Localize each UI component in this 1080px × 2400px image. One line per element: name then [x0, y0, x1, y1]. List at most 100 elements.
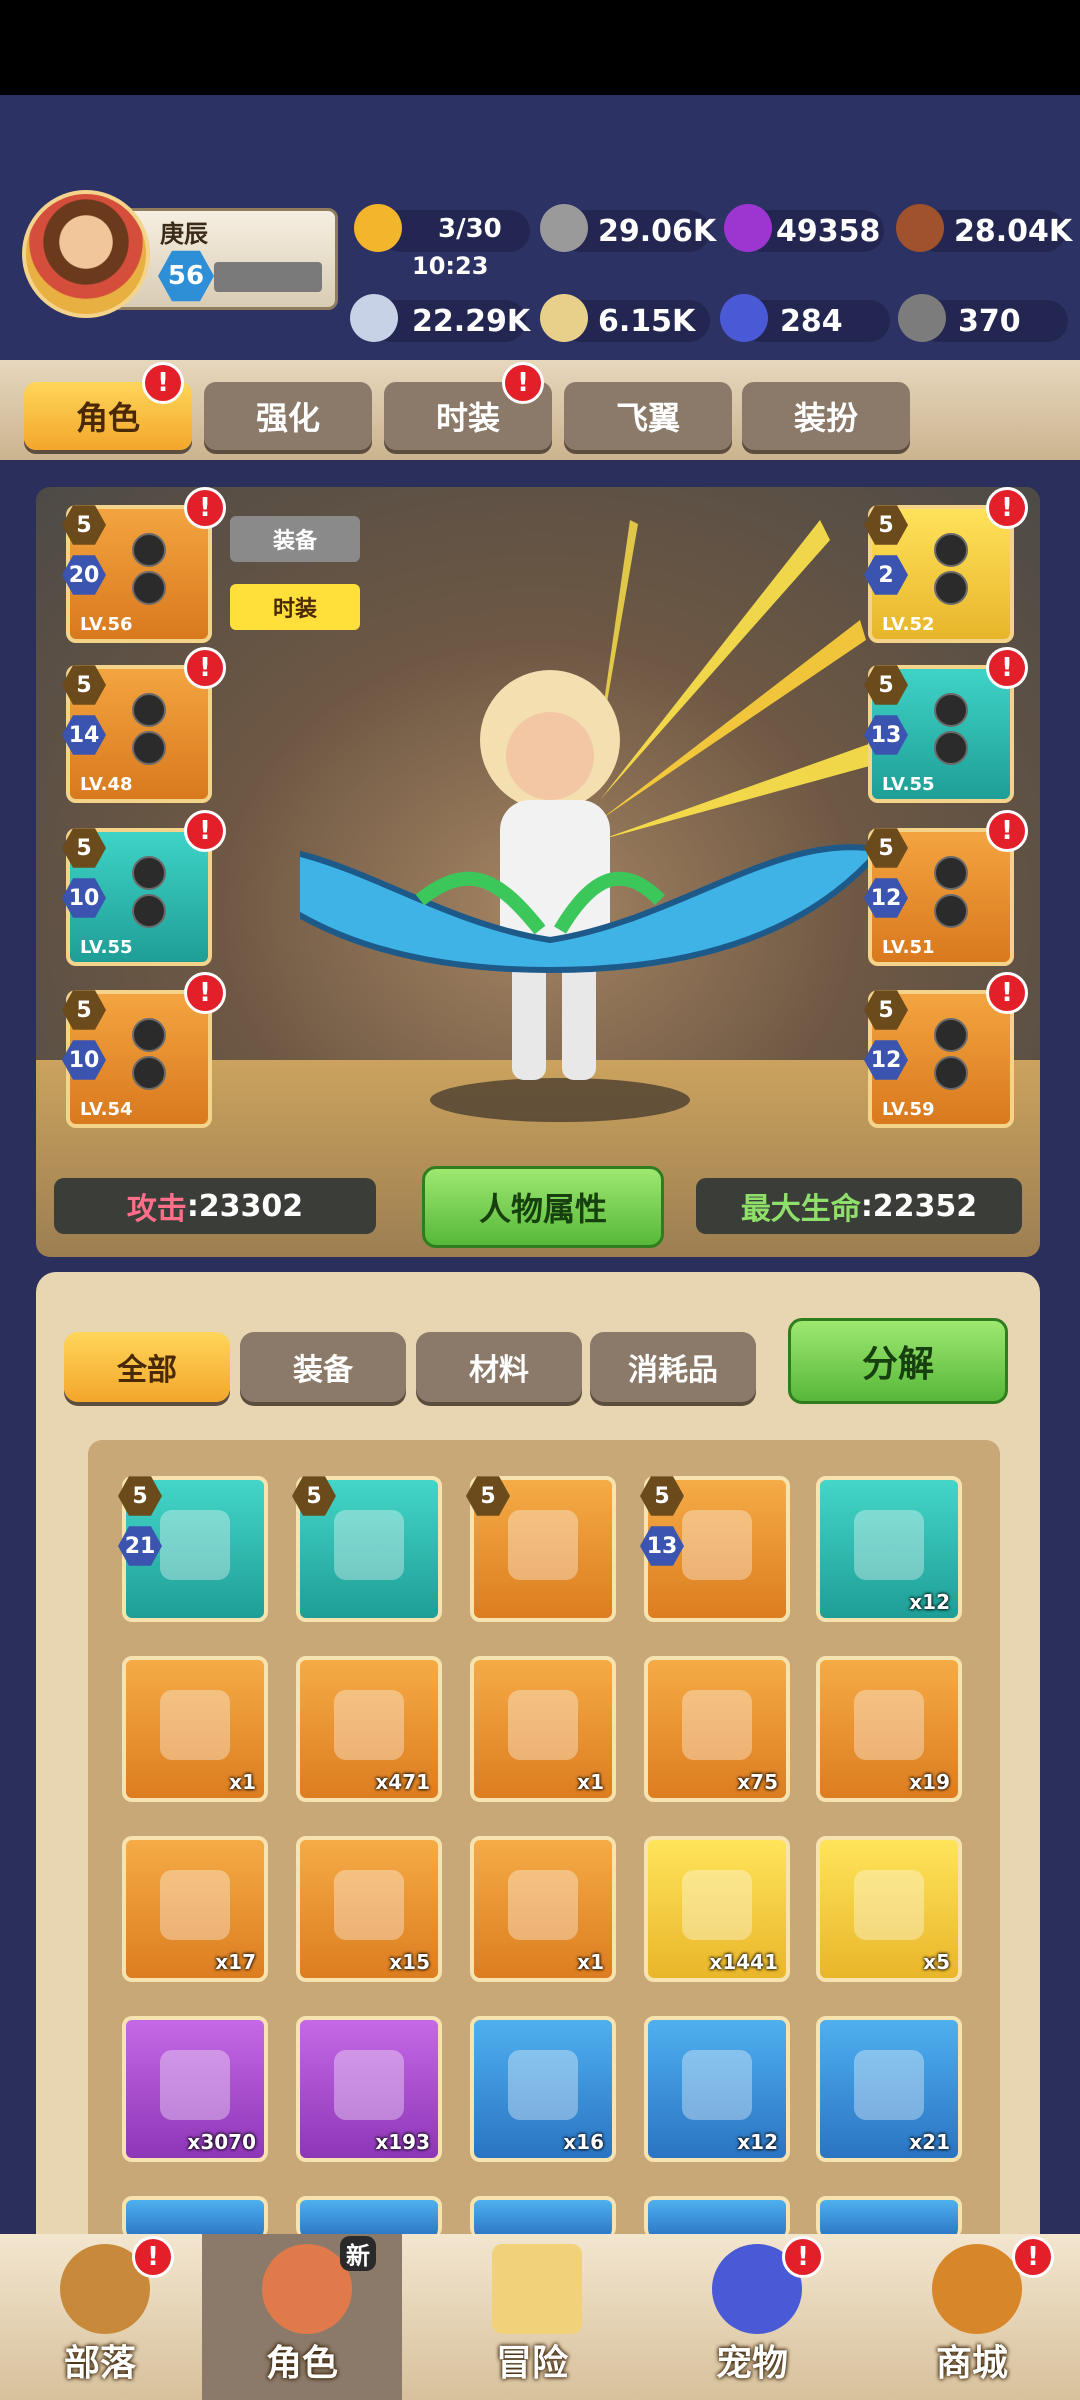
inventory-item[interactable]: x471: [296, 1656, 442, 1802]
inventory-item[interactable]: x5: [816, 1836, 962, 1982]
star-badge: 5: [118, 1476, 162, 1516]
alert-badge: !: [1012, 2236, 1054, 2278]
star-badge: 5: [864, 505, 908, 545]
equipment-slot[interactable]: 5 12 LV.51!: [864, 810, 1028, 966]
equipment-slot[interactable]: 5 14 LV.48!: [62, 647, 226, 803]
alert-badge: !: [986, 810, 1028, 852]
level-badge: 10: [62, 1040, 106, 1080]
star-badge: 5: [62, 665, 106, 705]
hp-stat: 最大生命:22352: [696, 1178, 1022, 1234]
alert-badge: !: [184, 487, 226, 529]
socket-icon: [934, 894, 968, 928]
tab-dressup[interactable]: 装扮: [742, 382, 910, 450]
equipment-slot[interactable]: 5 12 LV.59!: [864, 972, 1028, 1128]
inventory-item[interactable]: 5: [466, 1476, 616, 1622]
nav-tribe-label: 部落: [63, 2343, 136, 2384]
new-badge: 新: [340, 2236, 376, 2271]
nav-character-label: 角色: [265, 2343, 338, 2384]
tab-enhance[interactable]: 强化: [204, 382, 372, 450]
wood-value: 28.04K: [954, 214, 1073, 249]
item-art-icon: [854, 2050, 924, 2120]
inventory-item[interactable]: x1: [122, 1656, 268, 1802]
inventory-item[interactable]: [470, 2196, 616, 2238]
decompose-button[interactable]: 分解: [788, 1318, 1008, 1404]
socket-icon: [934, 533, 968, 567]
star-badge: 5: [62, 990, 106, 1030]
star-badge: 5: [466, 1476, 510, 1516]
exp-bar: [214, 262, 322, 292]
socket-icon: [934, 693, 968, 727]
equipment-slot[interactable]: 5 10 LV.54!: [62, 972, 226, 1128]
hero-shadow: [430, 1078, 690, 1122]
item-art-icon: [508, 1690, 578, 1760]
inventory-item[interactable]: x3070: [122, 2016, 268, 2162]
item-quantity: x1: [229, 1770, 256, 1794]
inventory-item[interactable]: 5 21: [118, 1476, 268, 1622]
attack-value: :23302: [186, 1188, 304, 1224]
item-quantity: x12: [737, 2130, 778, 2154]
level-badge: 2: [864, 555, 908, 595]
shell-icon: [540, 294, 588, 342]
level-badge: 20: [62, 555, 106, 595]
level-badge: 21: [118, 1526, 162, 1566]
item-art-icon: [334, 1510, 404, 1580]
equipment-level: LV.52: [882, 614, 935, 635]
inventory-item[interactable]: 5: [292, 1476, 442, 1622]
inventory-item[interactable]: x1441: [644, 1836, 790, 1982]
map-icon: [492, 2244, 582, 2334]
inventory-item[interactable]: [644, 2196, 790, 2238]
inventory-item[interactable]: x17: [122, 1836, 268, 1982]
meat-icon: [354, 204, 402, 252]
equipment-slot[interactable]: 5 10 LV.55!: [62, 810, 226, 966]
stamina-value: 3/30: [438, 214, 502, 244]
tab-wings[interactable]: 飞翼: [564, 382, 732, 450]
equipment-level: LV.55: [882, 774, 935, 795]
filter-materials[interactable]: 材料: [416, 1332, 582, 1402]
equipment-slot[interactable]: 5 20 LV.56!: [62, 487, 226, 643]
filter-equipment[interactable]: 装备: [240, 1332, 406, 1402]
inventory-item[interactable]: x19: [816, 1656, 962, 1802]
item-quantity: x16: [563, 2130, 604, 2154]
hero-face: [506, 712, 594, 800]
inventory-item[interactable]: 5 13: [640, 1476, 790, 1622]
item-art-icon: [682, 2050, 752, 2120]
inventory-item[interactable]: x15: [296, 1836, 442, 1982]
inventory-item[interactable]: x193: [296, 2016, 442, 2162]
ore-value: 370: [958, 304, 1021, 339]
item-art-icon: [508, 1870, 578, 1940]
inventory-item[interactable]: x1: [470, 1836, 616, 1982]
filter-consumables[interactable]: 消耗品: [590, 1332, 756, 1402]
character-icon: [262, 2244, 352, 2334]
inventory-item[interactable]: x16: [470, 2016, 616, 2162]
item-quantity: x1441: [709, 1950, 778, 1974]
hero-leg-right: [562, 960, 596, 1080]
inventory-item[interactable]: x1: [470, 1656, 616, 1802]
item-art-icon: [854, 1510, 924, 1580]
hero-character: [300, 520, 886, 1122]
player-avatar[interactable]: [22, 190, 150, 318]
equipment-level: LV.56: [80, 614, 133, 635]
inventory-item[interactable]: [122, 2196, 268, 2238]
item-art-icon: [160, 1510, 230, 1580]
item-art-icon: [508, 1510, 578, 1580]
inventory-item[interactable]: x12: [644, 2016, 790, 2162]
inventory-item[interactable]: [296, 2196, 442, 2238]
item-art-icon: [160, 2050, 230, 2120]
character-attributes-button[interactable]: 人物属性: [422, 1166, 664, 1248]
hp-value: :22352: [860, 1188, 978, 1224]
inventory-item[interactable]: [816, 2196, 962, 2238]
item-art-icon: [682, 1690, 752, 1760]
item-art-icon: [334, 1690, 404, 1760]
socket-icon: [934, 856, 968, 890]
inventory-item[interactable]: x21: [816, 2016, 962, 2162]
equipment-slot[interactable]: 5 13 LV.55!: [864, 647, 1028, 803]
status-bar: [0, 0, 1080, 95]
item-art-icon: [854, 1690, 924, 1760]
nav-adventure[interactable]: 冒险: [432, 2234, 632, 2400]
inventory-item[interactable]: x75: [644, 1656, 790, 1802]
inventory-item[interactable]: x12: [816, 1476, 962, 1622]
equipment-slot[interactable]: 5 2 LV.52!: [864, 487, 1028, 643]
ore-icon: [898, 294, 946, 342]
filter-all[interactable]: 全部: [64, 1332, 230, 1402]
socket-icon: [132, 1056, 166, 1090]
